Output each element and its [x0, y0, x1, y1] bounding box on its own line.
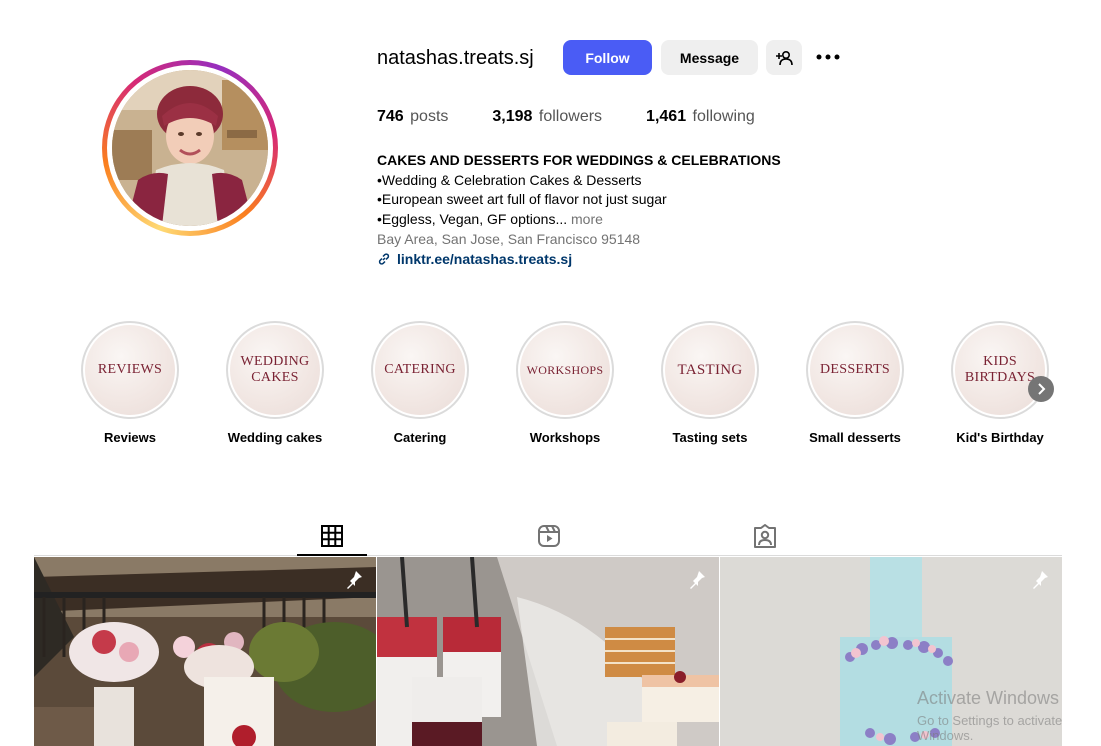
tab-reels[interactable]: [514, 516, 584, 556]
highlight-workshops[interactable]: WORKSHOPS Workshops: [515, 321, 615, 445]
highlight-cover-bg: WEDDING CAKES: [230, 325, 320, 415]
more-options-button[interactable]: [812, 42, 844, 72]
following-count: 1,461: [646, 108, 687, 125]
highlight-ring: TASTING: [661, 321, 759, 419]
highlight-cover-bg: CATERING: [375, 325, 465, 415]
bio-link-row[interactable]: linktr.ee/natashas.treats.sj: [377, 250, 781, 270]
followers-label: followers: [538, 108, 603, 125]
profile-bio: CAKES AND DESSERTS FOR WEDDINGS & CELEBR…: [377, 151, 781, 269]
highlight-label: Wedding cakes: [227, 430, 323, 445]
tagged-icon: [754, 524, 776, 548]
highlight-cover-text: WORKSHOPS: [526, 363, 604, 377]
highlight-label: Catering: [393, 430, 447, 445]
add-user-icon: [776, 50, 793, 65]
followers-stat[interactable]: 3,198 followers: [492, 106, 602, 128]
bio-line-3-row: •Eggless, Vegan, GF options... more: [377, 210, 781, 230]
reels-icon: [538, 525, 560, 547]
posts-stat: 746 posts: [377, 106, 448, 128]
highlight-cover-text: TASTING: [677, 362, 743, 378]
profile-username: natashas.treats.sj: [377, 47, 534, 69]
highlight-tasting[interactable]: TASTING Tasting sets: [660, 321, 760, 445]
highlight-label: Kid's Birthday: [956, 430, 1044, 445]
highlights-next-button[interactable]: [1028, 376, 1054, 402]
highlight-cover-bg: DESSERTS: [810, 325, 900, 415]
link-icon: [378, 253, 390, 265]
highlight-desserts[interactable]: DESSERTS Small desserts: [805, 321, 905, 445]
bio-location: Bay Area, San Jose, San Francisco 95148: [377, 230, 641, 247]
highlight-ring: DESSERTS: [806, 321, 904, 419]
avatar-photo: [112, 70, 268, 226]
pin-icon: [1033, 571, 1048, 589]
highlight-wedding-cakes[interactable]: WEDDING CAKES Wedding cakes: [225, 321, 325, 445]
highlight-cover-text: REVIEWS: [97, 362, 163, 377]
highlight-label: Workshops: [529, 430, 601, 445]
activate-windows-title: Activate Windows: [917, 688, 1060, 708]
posts-label: posts: [410, 108, 449, 125]
tab-posts[interactable]: [297, 516, 367, 556]
chevron-right-icon: [1038, 383, 1046, 395]
highlight-cover-bg: WORKSHOPS: [520, 325, 610, 415]
suggested-accounts-button[interactable]: [766, 40, 802, 75]
message-button[interactable]: Message: [661, 40, 758, 75]
highlight-reviews[interactable]: REVIEWS Reviews: [80, 321, 180, 445]
bio-more-link[interactable]: more: [571, 211, 603, 227]
highlight-label: Reviews: [103, 430, 157, 445]
highlight-ring: CATERING: [371, 321, 469, 419]
bio-title: CAKES AND DESSERTS FOR WEDDINGS & CELEBR…: [377, 152, 781, 168]
bio-line-1: •Wedding & Celebration Cakes & Desserts: [377, 171, 642, 188]
highlight-label: Small desserts: [809, 430, 901, 445]
highlight-ring: WORKSHOPS: [516, 321, 614, 419]
tab-tagged[interactable]: [730, 516, 800, 556]
highlight-cover-bg: TASTING: [665, 325, 755, 415]
highlight-label: Tasting sets: [672, 430, 748, 445]
pin-icon: [690, 571, 705, 589]
highlight-cover-bg: REVIEWS: [85, 325, 175, 415]
highlight-cover-text: CATERING: [384, 362, 456, 377]
follow-button[interactable]: Follow: [563, 40, 652, 75]
followers-count: 3,198: [492, 108, 533, 125]
highlight-cover-text: DESSERTS: [819, 362, 891, 377]
highlight-ring: KIDS BIRTDAYS: [951, 321, 1049, 419]
highlight-catering[interactable]: CATERING Catering: [370, 321, 470, 445]
post-thumbnail-2[interactable]: [377, 557, 719, 746]
post-image-verrine-desserts: [377, 557, 719, 746]
highlight-cover-text: WEDDING CAKES: [240, 354, 310, 385]
following-stat[interactable]: 1,461 following: [646, 106, 755, 128]
post-thumbnail-1[interactable]: [34, 557, 376, 746]
avatar-portrait: [112, 70, 268, 226]
pinned-post-indicator: [687, 569, 707, 594]
profile-stats: 746 posts 3,198 followers 1,461 followin…: [377, 106, 799, 128]
activate-windows-subtitle: Go to Settings to activate Windows.: [917, 713, 1063, 743]
posts-count: 746: [377, 108, 404, 125]
pinned-post-indicator: [1030, 569, 1050, 594]
pin-icon: [347, 571, 362, 589]
following-label: following: [692, 108, 755, 125]
highlight-cover-bg: KIDS BIRTDAYS: [955, 325, 1045, 415]
grid-icon: [321, 525, 343, 547]
highlight-ring: WEDDING CAKES: [226, 321, 324, 419]
more-options-icon: [816, 54, 840, 60]
bio-line-3: •Eggless, Vegan, GF options...: [377, 211, 568, 228]
bio-link[interactable]: linktr.ee/natashas.treats.sj: [397, 250, 572, 270]
bio-line-2: •European sweet art full of flavor not j…: [377, 191, 667, 208]
highlight-ring: REVIEWS: [81, 321, 179, 419]
post-image-dessert-table: [34, 557, 376, 746]
highlight-cover-text: KIDS BIRTDAYS: [964, 354, 1036, 385]
profile-avatar[interactable]: [102, 60, 278, 236]
pinned-post-indicator: [344, 569, 364, 594]
